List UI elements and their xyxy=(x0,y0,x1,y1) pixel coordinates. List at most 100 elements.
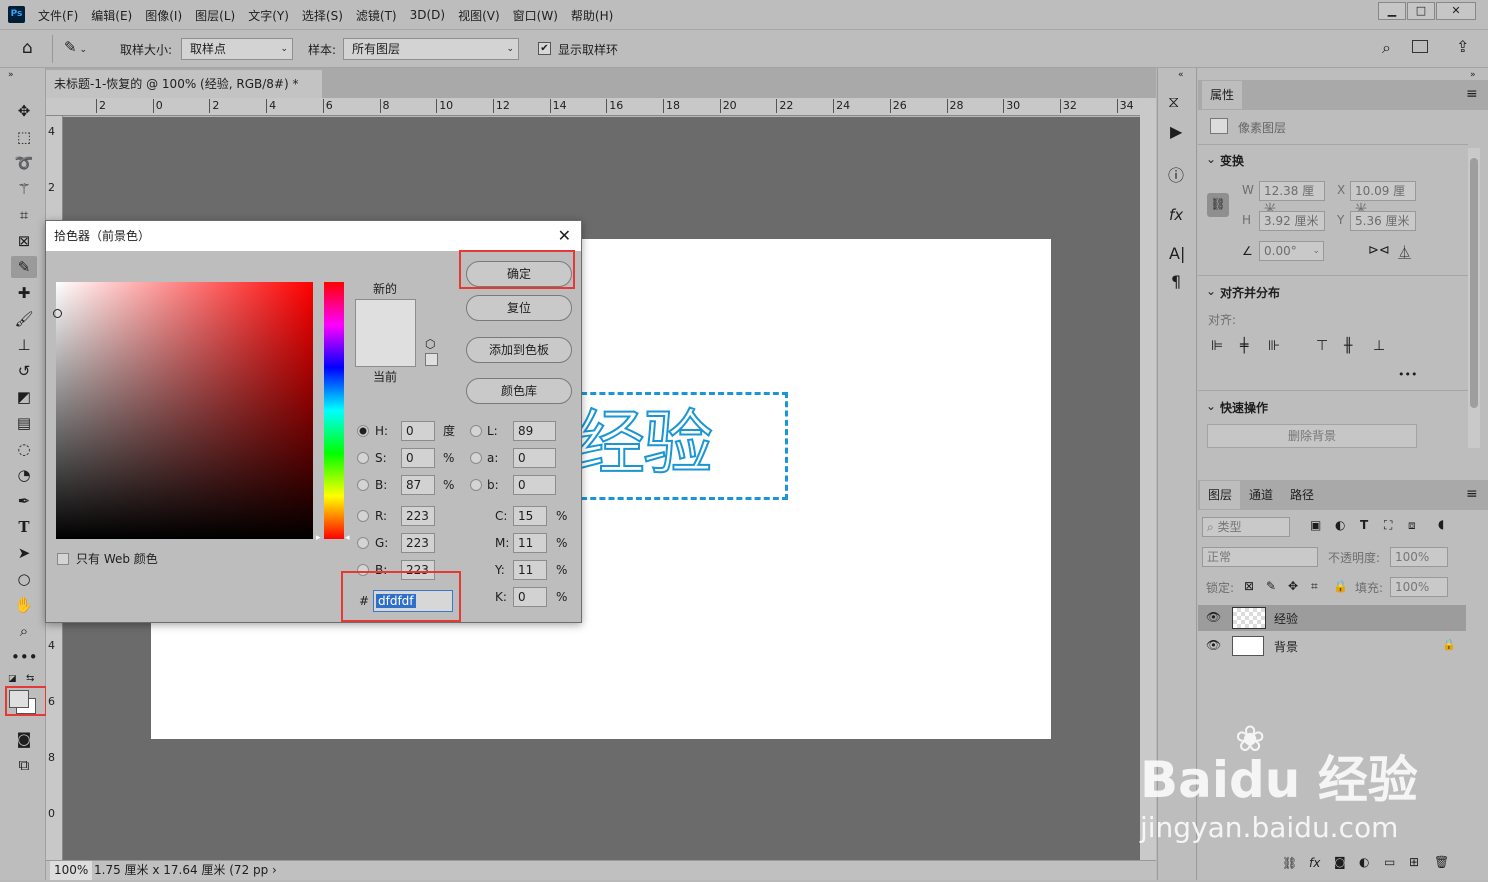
filter-smart-object-icon[interactable]: ⧈ xyxy=(1408,518,1416,533)
swap-colors-icon[interactable]: ⇆ xyxy=(26,673,34,684)
radio-green[interactable] xyxy=(357,537,369,549)
chevron-down-icon[interactable]: ⌄ xyxy=(1206,284,1216,298)
menu-select[interactable]: 选择(S) xyxy=(302,7,343,24)
tab-paths[interactable]: 路径 xyxy=(1282,481,1322,509)
stamp-tool-icon[interactable]: ⊥ xyxy=(11,334,37,356)
flip-vertical-icon[interactable]: ⏅ xyxy=(1398,242,1411,261)
eyedropper-tool-icon[interactable]: ✎ xyxy=(11,256,37,278)
minimize-icon[interactable]: ▁ xyxy=(1378,2,1406,20)
show-ring-checkbox[interactable]: ✔ xyxy=(538,42,551,55)
screen-mode-icon[interactable]: ⧉ xyxy=(11,754,37,776)
panel-menu-icon[interactable]: ≡ xyxy=(1466,486,1478,502)
magenta-field[interactable]: 11 xyxy=(513,533,547,553)
collapse-panels-icon[interactable]: « xyxy=(1178,70,1184,80)
layer-row[interactable]: 👁 背景 🔒 xyxy=(1198,633,1466,659)
brightness-field[interactable]: 87 xyxy=(401,475,435,495)
tab-properties[interactable]: 属性 xyxy=(1202,81,1243,109)
saturation-field[interactable]: 0 xyxy=(401,448,435,468)
menu-view[interactable]: 视图(V) xyxy=(458,7,500,24)
panel-menu-icon[interactable]: ≡ xyxy=(1466,86,1478,102)
fx-icon[interactable]: fx xyxy=(1309,856,1320,870)
add-to-swatches-button[interactable]: 添加到色板 xyxy=(466,337,572,363)
transform-section-title[interactable]: 变换 xyxy=(1220,152,1244,169)
radio-lab-l[interactable] xyxy=(470,425,482,437)
hue-slider-left-arrow[interactable]: ▸ xyxy=(316,533,321,543)
green-field[interactable]: 223 xyxy=(401,533,435,553)
filter-type-icon[interactable]: T xyxy=(1360,518,1368,532)
remove-background-button[interactable]: 删除背景 xyxy=(1207,424,1417,448)
lab-b-field[interactable]: 0 xyxy=(513,475,556,495)
filter-toggle-icon[interactable]: ◖ xyxy=(1438,517,1444,531)
gradient-tool-icon[interactable]: ▤ xyxy=(11,412,37,434)
adjustment-layer-icon[interactable]: ◐ xyxy=(1359,855,1369,869)
x-field[interactable]: 10.09 厘米 xyxy=(1350,181,1416,216)
type-tool-icon[interactable]: T xyxy=(11,516,37,538)
radio-brightness[interactable] xyxy=(357,479,369,491)
search-icon[interactable]: ⌕ xyxy=(1382,38,1391,58)
properties-scrollbar[interactable] xyxy=(1468,148,1480,448)
filter-adjustment-icon[interactable]: ◐ xyxy=(1335,518,1345,532)
blend-mode-select[interactable]: 正常 xyxy=(1202,547,1318,567)
align-section-title[interactable]: 对齐并分布 xyxy=(1220,284,1280,301)
layer-name[interactable]: 背景 xyxy=(1274,638,1298,655)
sample-size-select[interactable]: 取样点 ⌄ xyxy=(181,38,293,60)
close-window-icon[interactable]: ✕ xyxy=(1436,2,1476,20)
align-bottom-icon[interactable]: ⊥ xyxy=(1373,338,1385,354)
pen-tool-icon[interactable]: ✒ xyxy=(11,490,37,512)
history-brush-icon[interactable]: ↺ xyxy=(11,360,37,382)
healing-brush-icon[interactable]: ✚ xyxy=(11,282,37,304)
link-icon[interactable]: ⛓ xyxy=(1207,193,1229,217)
paragraph-icon[interactable]: ¶ xyxy=(1171,272,1181,291)
current-color-swatch[interactable] xyxy=(355,333,416,367)
workspace-icon[interactable] xyxy=(1412,40,1428,53)
y-field[interactable]: 5.36 厘米 xyxy=(1350,211,1416,231)
radio-hue[interactable] xyxy=(357,425,369,437)
radio-red[interactable] xyxy=(357,510,369,522)
document-tab[interactable]: 未标题-1-恢复的 @ 100% (经验, RGB/8#) * ✕ xyxy=(46,70,322,119)
hue-field[interactable]: 0 xyxy=(401,421,435,441)
reset-button[interactable]: 复位 xyxy=(466,295,572,321)
menu-window[interactable]: 窗口(W) xyxy=(513,7,558,24)
menu-edit[interactable]: 编辑(E) xyxy=(91,7,132,24)
tab-channels[interactable]: 通道 xyxy=(1241,481,1281,509)
share-icon[interactable]: ⇪ xyxy=(1456,37,1469,56)
lock-image-icon[interactable]: ✎ xyxy=(1266,579,1276,593)
link-layers-icon[interactable]: ⛓ xyxy=(1282,856,1297,870)
layer-name[interactable]: 经验 xyxy=(1274,610,1298,627)
hand-tool-icon[interactable]: ✋ xyxy=(11,594,37,616)
fill-field[interactable]: 100% xyxy=(1390,577,1448,597)
move-tool-icon[interactable]: ✥ xyxy=(11,100,37,122)
lock-all-icon[interactable]: 🔒 xyxy=(1333,579,1348,593)
document-info[interactable]: 1.75 厘米 x 17.64 厘米 (72 pp › xyxy=(94,861,277,880)
flip-horizontal-icon[interactable]: ⊳⊲ xyxy=(1368,243,1390,258)
lasso-tool-icon[interactable]: ➰ xyxy=(11,152,37,174)
filter-pixel-icon[interactable]: ▣ xyxy=(1310,518,1321,532)
radio-saturation[interactable] xyxy=(357,452,369,464)
quick-actions-title[interactable]: 快速操作 xyxy=(1220,399,1268,416)
menu-file[interactable]: 文件(F) xyxy=(38,7,78,24)
new-layer-icon[interactable]: ⊞ xyxy=(1409,855,1419,869)
color-field-cursor[interactable] xyxy=(53,309,62,318)
menu-filter[interactable]: 滤镜(T) xyxy=(356,7,397,24)
quick-mask-icon[interactable]: ◙ xyxy=(11,728,37,750)
menu-type[interactable]: 文字(Y) xyxy=(248,7,289,24)
align-vcenter-icon[interactable]: ╫ xyxy=(1344,338,1352,354)
lock-position-icon[interactable]: ✥ xyxy=(1288,579,1298,593)
layer-filter-select[interactable]: ⌕ 类型 xyxy=(1202,517,1290,537)
close-icon[interactable]: ✕ xyxy=(558,221,571,251)
color-libraries-button[interactable]: 颜色库 xyxy=(466,378,572,404)
lab-a-field[interactable]: 0 xyxy=(513,448,556,468)
tab-layers[interactable]: 图层 xyxy=(1200,481,1241,509)
chevron-down-icon[interactable]: ⌄ xyxy=(1206,399,1216,413)
collapse-icon[interactable]: » xyxy=(8,70,14,80)
radio-lab-b[interactable] xyxy=(470,479,482,491)
delete-layer-icon[interactable]: 🗑 xyxy=(1434,855,1449,869)
path-selection-icon[interactable]: ➤ xyxy=(11,542,37,564)
history-icon[interactable]: ⧖ xyxy=(1168,92,1179,112)
web-only-checkbox[interactable] xyxy=(57,553,69,565)
crop-tool-icon[interactable]: ⌗ xyxy=(11,204,37,226)
marquee-tool-icon[interactable]: ⬚ xyxy=(11,126,37,148)
foreground-color-swatch[interactable] xyxy=(9,690,29,708)
styles-fx-icon[interactable]: fx xyxy=(1169,206,1183,224)
zoom-tool-icon[interactable]: ⌕ xyxy=(11,620,37,642)
